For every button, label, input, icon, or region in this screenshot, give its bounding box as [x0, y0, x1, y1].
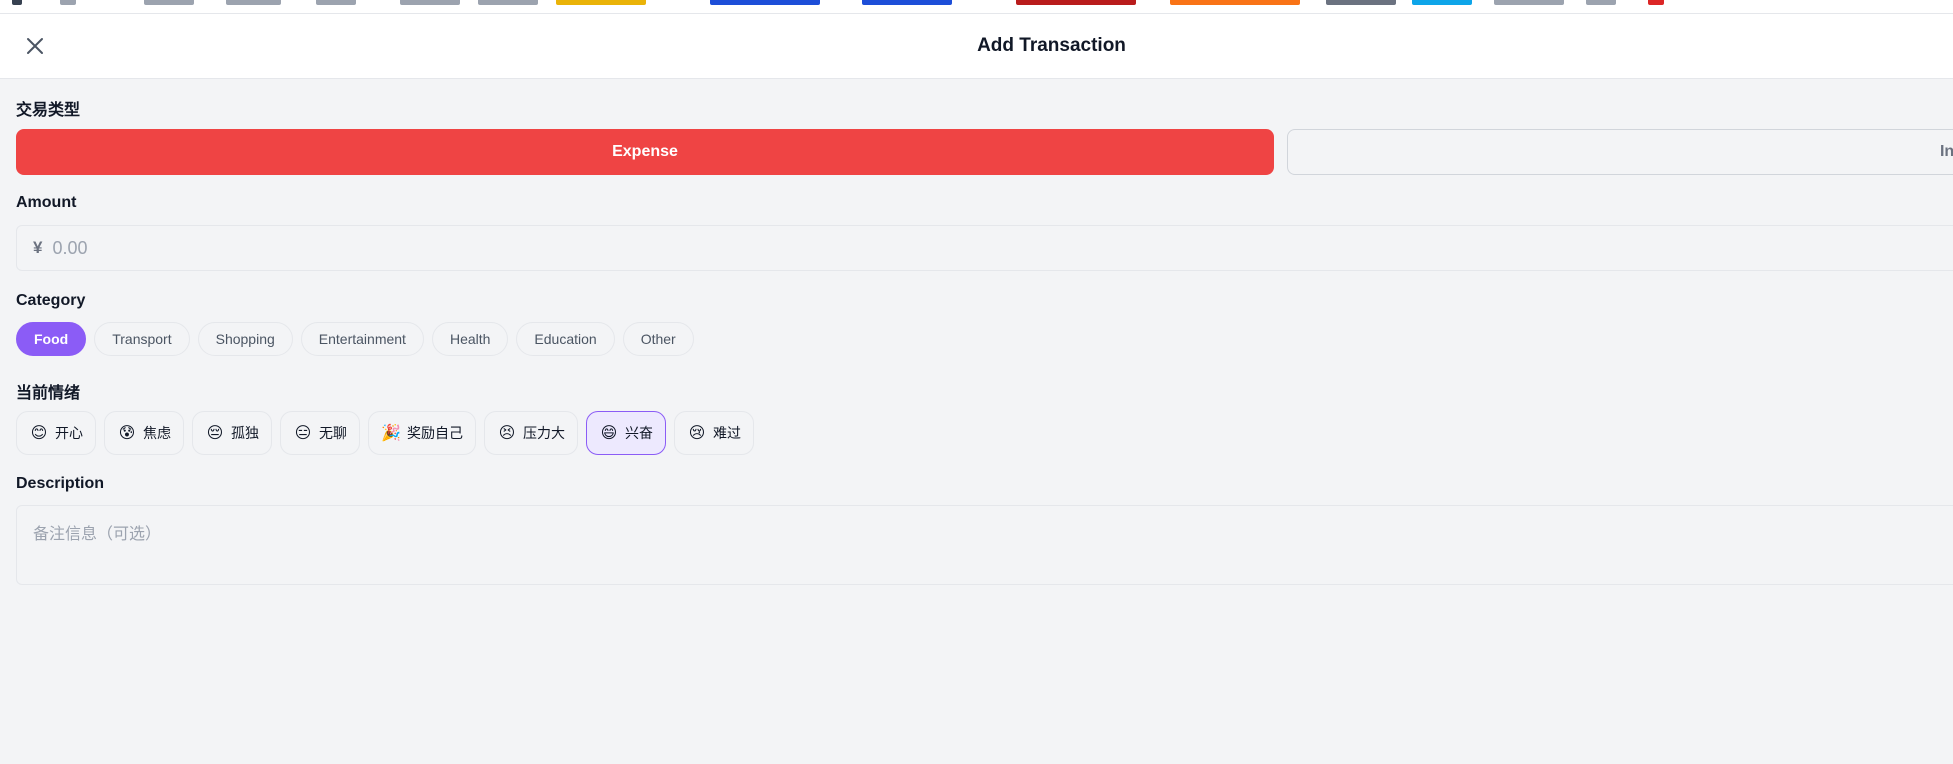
- mood-chip-label: 难过: [713, 425, 741, 441]
- category-chip-food[interactable]: Food: [16, 322, 87, 356]
- mood-chip-label: 压力大: [523, 425, 565, 441]
- category-options: Food Transport Shopping Entertainment He…: [16, 322, 694, 356]
- description-field: [16, 505, 1953, 585]
- pensive-emoji-icon: 😔: [206, 423, 224, 442]
- persevering-emoji-icon: 😣: [498, 423, 516, 442]
- income-button-label: Income: [1939, 143, 1953, 160]
- modal-header: Add Transaction: [0, 14, 1953, 79]
- mood-options: 😊 开心 😰 焦虑 😔 孤独 😑 无聊 🎉 奖励自己 😣 压力大 😄 兴奋 �: [16, 411, 754, 455]
- expressionless-emoji-icon: 😑: [294, 423, 312, 442]
- transaction-type-label: 交易类型: [16, 102, 81, 119]
- mood-chip-label: 焦虑: [143, 425, 171, 441]
- category-chip-other[interactable]: Other: [622, 322, 694, 356]
- mood-chip-anxious[interactable]: 😰 焦虑: [104, 411, 184, 455]
- category-label: Category: [16, 292, 86, 309]
- category-chip-education[interactable]: Education: [516, 322, 615, 356]
- mood-chip-label: 无聊: [319, 425, 347, 441]
- description-input[interactable]: [17, 506, 1953, 584]
- category-chip-shopping[interactable]: Shopping: [197, 322, 293, 356]
- crying-emoji-icon: 😢: [688, 423, 706, 442]
- amount-field: ¥: [16, 225, 1953, 271]
- category-chip-health[interactable]: Health: [431, 322, 509, 356]
- mood-chip-label: 开心: [55, 425, 83, 441]
- smile-emoji-icon: 😊: [30, 423, 48, 442]
- expense-button[interactable]: Expense: [16, 129, 1274, 175]
- mood-chip-label: 奖励自己: [407, 425, 463, 441]
- category-chip-entertainment[interactable]: Entertainment: [300, 322, 424, 356]
- transaction-type-toggle: Expense Income: [16, 129, 1953, 175]
- page-title: Add Transaction: [977, 35, 1126, 56]
- amount-label: Amount: [16, 194, 77, 211]
- mood-chip-lonely[interactable]: 😔 孤独: [192, 411, 272, 455]
- bookmarks-bar: [0, 0, 1953, 14]
- party-popper-icon: 🎉: [381, 423, 401, 442]
- income-button[interactable]: Income: [1287, 129, 1953, 175]
- mood-chip-bored[interactable]: 😑 无聊: [280, 411, 360, 455]
- description-label: Description: [16, 475, 105, 492]
- currency-symbol: ¥: [33, 238, 43, 257]
- anxious-emoji-icon: 😰: [118, 423, 136, 442]
- amount-input[interactable]: [50, 236, 455, 260]
- mood-chip-happy[interactable]: 😊 开心: [16, 411, 96, 455]
- mood-chip-label: 孤独: [231, 425, 259, 441]
- mood-chip-stressed[interactable]: 😣 压力大: [484, 411, 578, 455]
- grin-emoji-icon: 😄: [600, 423, 618, 442]
- mood-chip-sad[interactable]: 😢 难过: [674, 411, 754, 455]
- category-chip-transport[interactable]: Transport: [94, 322, 190, 356]
- mood-chip-excited[interactable]: 😄 兴奋: [586, 411, 666, 455]
- mood-chip-label: 兴奋: [625, 425, 653, 441]
- mood-chip-reward-self[interactable]: 🎉 奖励自己: [368, 411, 476, 455]
- mood-label: 当前情绪: [16, 385, 81, 402]
